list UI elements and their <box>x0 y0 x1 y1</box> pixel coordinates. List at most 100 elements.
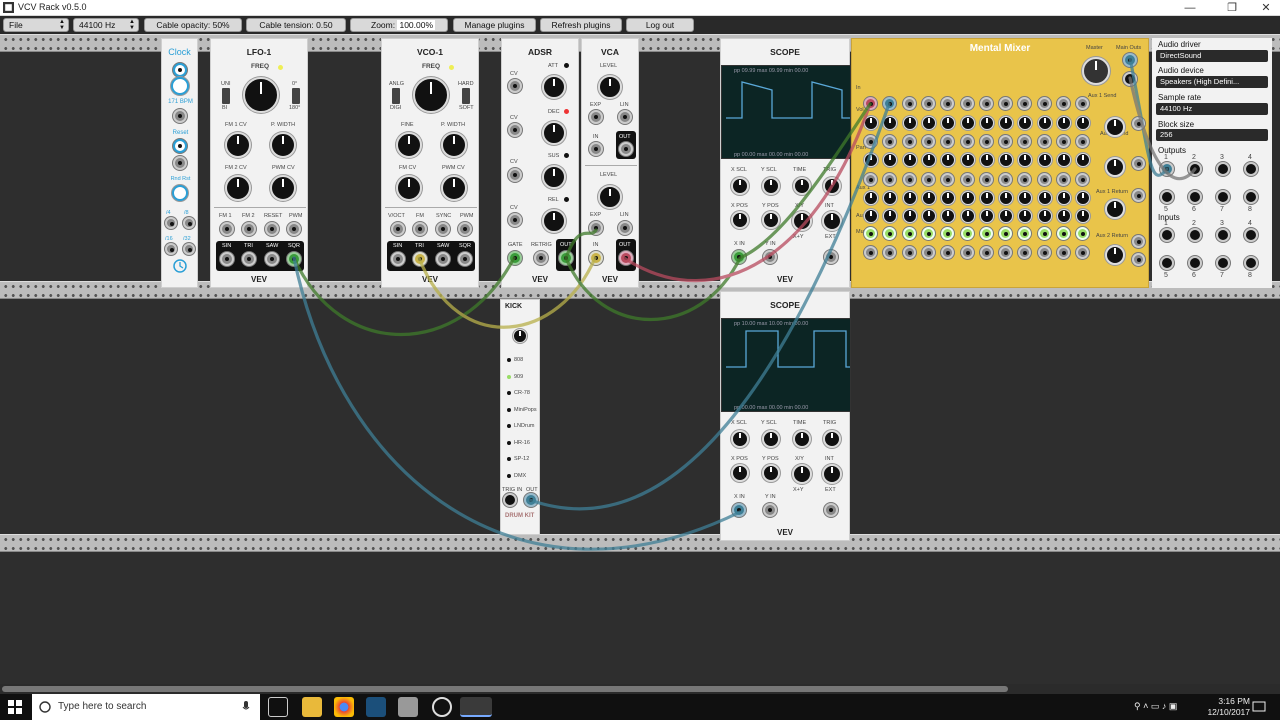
scope-2-module[interactable]: SCOPE pp 10.00 max 10.00 min 00.00 pp 00… <box>720 291 851 541</box>
vco-voct-jack[interactable] <box>391 222 405 236</box>
vca-lin-jack-2[interactable] <box>618 221 632 235</box>
lfo-saw-jack[interactable] <box>265 252 279 266</box>
scope-2-yscl-knob[interactable] <box>762 430 780 448</box>
lfo-pwidth-knob[interactable] <box>270 132 296 158</box>
vca-lin-jack-1[interactable] <box>618 110 632 124</box>
clock-reset-button[interactable] <box>173 139 187 153</box>
clock-bpm-knob[interactable] <box>171 77 189 95</box>
mixer-knob[interactable] <box>902 191 917 205</box>
mixer-knob[interactable] <box>902 153 917 167</box>
mixer-jack[interactable] <box>883 246 897 259</box>
mixer-knob[interactable] <box>864 153 878 167</box>
mixer-knob[interactable] <box>921 191 936 205</box>
vco-pwm-jack[interactable] <box>458 222 472 236</box>
clock-reset-jack[interactable] <box>173 156 187 170</box>
mixer-knob[interactable] <box>1057 116 1071 130</box>
mixer-knob[interactable] <box>960 153 975 167</box>
vco-pwidth-knob[interactable] <box>441 132 467 158</box>
mixer-jack[interactable] <box>902 135 916 148</box>
scope-2-xscl-knob[interactable] <box>731 430 749 448</box>
div-4-jack[interactable] <box>165 217 177 229</box>
mixer-jack[interactable] <box>1018 173 1032 186</box>
vco-tri-jack[interactable] <box>413 252 427 266</box>
mixer-mute-button[interactable] <box>1076 227 1090 240</box>
audio-input-jack-4[interactable] <box>1244 228 1258 242</box>
lfo-reset-jack[interactable] <box>265 222 279 236</box>
chrome-icon[interactable] <box>334 697 354 717</box>
mixer-jack[interactable] <box>1037 135 1051 148</box>
mixer-knob[interactable] <box>979 209 994 223</box>
mixer-knob[interactable] <box>1076 209 1091 223</box>
clock-run-button[interactable] <box>173 63 187 77</box>
vca-in-jack-2[interactable] <box>589 251 603 265</box>
vco-mode-switch[interactable] <box>392 88 400 104</box>
mixer-knob[interactable] <box>999 209 1014 223</box>
lfo-fm1-jack[interactable] <box>220 222 234 236</box>
clock-out-jack[interactable] <box>173 109 187 123</box>
vco-fm-jack[interactable] <box>413 222 427 236</box>
mixer-jack[interactable] <box>960 246 974 259</box>
div-32-jack[interactable] <box>183 243 195 255</box>
vco-pwmcv-knob[interactable] <box>441 175 467 201</box>
mixer-jack[interactable] <box>864 135 877 148</box>
mixer-jack[interactable] <box>999 135 1013 148</box>
mixer-jack[interactable] <box>864 97 877 110</box>
scope-1-yin-jack[interactable] <box>763 250 777 264</box>
mixer-mute-button[interactable] <box>883 227 897 240</box>
scope-1-xscl-knob[interactable] <box>731 177 749 195</box>
mixer-knob[interactable] <box>883 116 898 130</box>
manage-plugins-button[interactable]: Manage plugins <box>453 18 536 32</box>
scope-1-ypos-knob[interactable] <box>762 211 780 229</box>
audio-output-jack-2[interactable] <box>1188 162 1202 176</box>
mixer-jack[interactable] <box>883 173 897 186</box>
mixer-knob[interactable] <box>999 153 1014 167</box>
mixer-jack[interactable] <box>1037 246 1051 259</box>
adsr-module[interactable]: ADSR ATT CV DEC CV SUS CV REL CV GATE RE… <box>501 38 579 288</box>
mixer-aux-knob[interactable] <box>1105 245 1125 265</box>
adsr-dec-knob[interactable] <box>542 121 566 145</box>
scope-2-mode-button[interactable] <box>792 464 812 484</box>
mixer-knob[interactable] <box>921 209 936 223</box>
task-view-icon[interactable] <box>268 697 288 717</box>
mixer-knob[interactable] <box>941 209 956 223</box>
steam-icon[interactable] <box>366 697 386 717</box>
mixer-jack[interactable] <box>1057 246 1070 259</box>
vco-sqr-jack[interactable] <box>458 252 472 266</box>
mixer-jack[interactable] <box>921 173 935 186</box>
scope-2-ypos-knob[interactable] <box>762 464 780 482</box>
mixer-aux-knob[interactable] <box>1105 117 1125 137</box>
lfo-1-module[interactable]: LFO-1 FREQ UNI BI 0° 180° FM 1 CV P. WID… <box>210 38 308 288</box>
scope-2-ext-jack[interactable] <box>824 503 838 517</box>
scope-2-trig-button[interactable] <box>822 464 842 484</box>
scope-2-xin-jack[interactable] <box>732 503 746 517</box>
sample-rate-select[interactable]: 44100 Hz ▲ ▼ <box>73 18 139 32</box>
log-out-button[interactable]: Log out <box>626 18 694 32</box>
adsr-retrig-jack[interactable] <box>534 251 548 265</box>
audio-output-jack-7[interactable] <box>1216 190 1230 204</box>
mixer-aux-jack[interactable] <box>1132 189 1145 202</box>
vca-exp-jack-1[interactable] <box>589 110 603 124</box>
file-menu[interactable]: File ▲ ▼ <box>3 18 69 32</box>
mixer-jack[interactable] <box>1037 173 1051 186</box>
audio-output-jack-8[interactable] <box>1244 190 1258 204</box>
mixer-jack[interactable] <box>999 246 1013 259</box>
mixer-jack[interactable] <box>883 135 897 148</box>
mixer-jack[interactable] <box>864 173 877 186</box>
mixer-mute-button[interactable] <box>864 227 877 240</box>
vca-module[interactable]: VCA LEVEL EXP LIN IN OUT LEVEL EXP LIN I… <box>581 38 639 288</box>
adsr-rel-knob[interactable] <box>542 209 566 233</box>
taskbar-clock[interactable]: 3:16 PM 12/10/2017 <box>1207 696 1250 718</box>
audio-driver-select[interactable]: DirectSound <box>1156 50 1268 62</box>
vco-sync-jack[interactable] <box>436 222 450 236</box>
scope-1-mode-button[interactable] <box>792 211 812 231</box>
mixer-knob[interactable] <box>1076 116 1091 130</box>
mixer-knob[interactable] <box>1018 153 1033 167</box>
minimize-button[interactable]: — <box>1172 0 1208 16</box>
file-explorer-icon[interactable] <box>302 697 322 717</box>
mixer-jack[interactable] <box>883 97 897 110</box>
mixer-knob[interactable] <box>1057 209 1071 223</box>
cable-tension-slider[interactable]: Cable tension: 0.50 <box>246 18 346 32</box>
clock-module[interactable]: Clock 171 BPM Reset Rnd Rst /4 /8 /16 /3… <box>161 38 198 288</box>
audio-output-jack-3[interactable] <box>1216 162 1230 176</box>
vca-in-jack-1[interactable] <box>589 142 603 156</box>
